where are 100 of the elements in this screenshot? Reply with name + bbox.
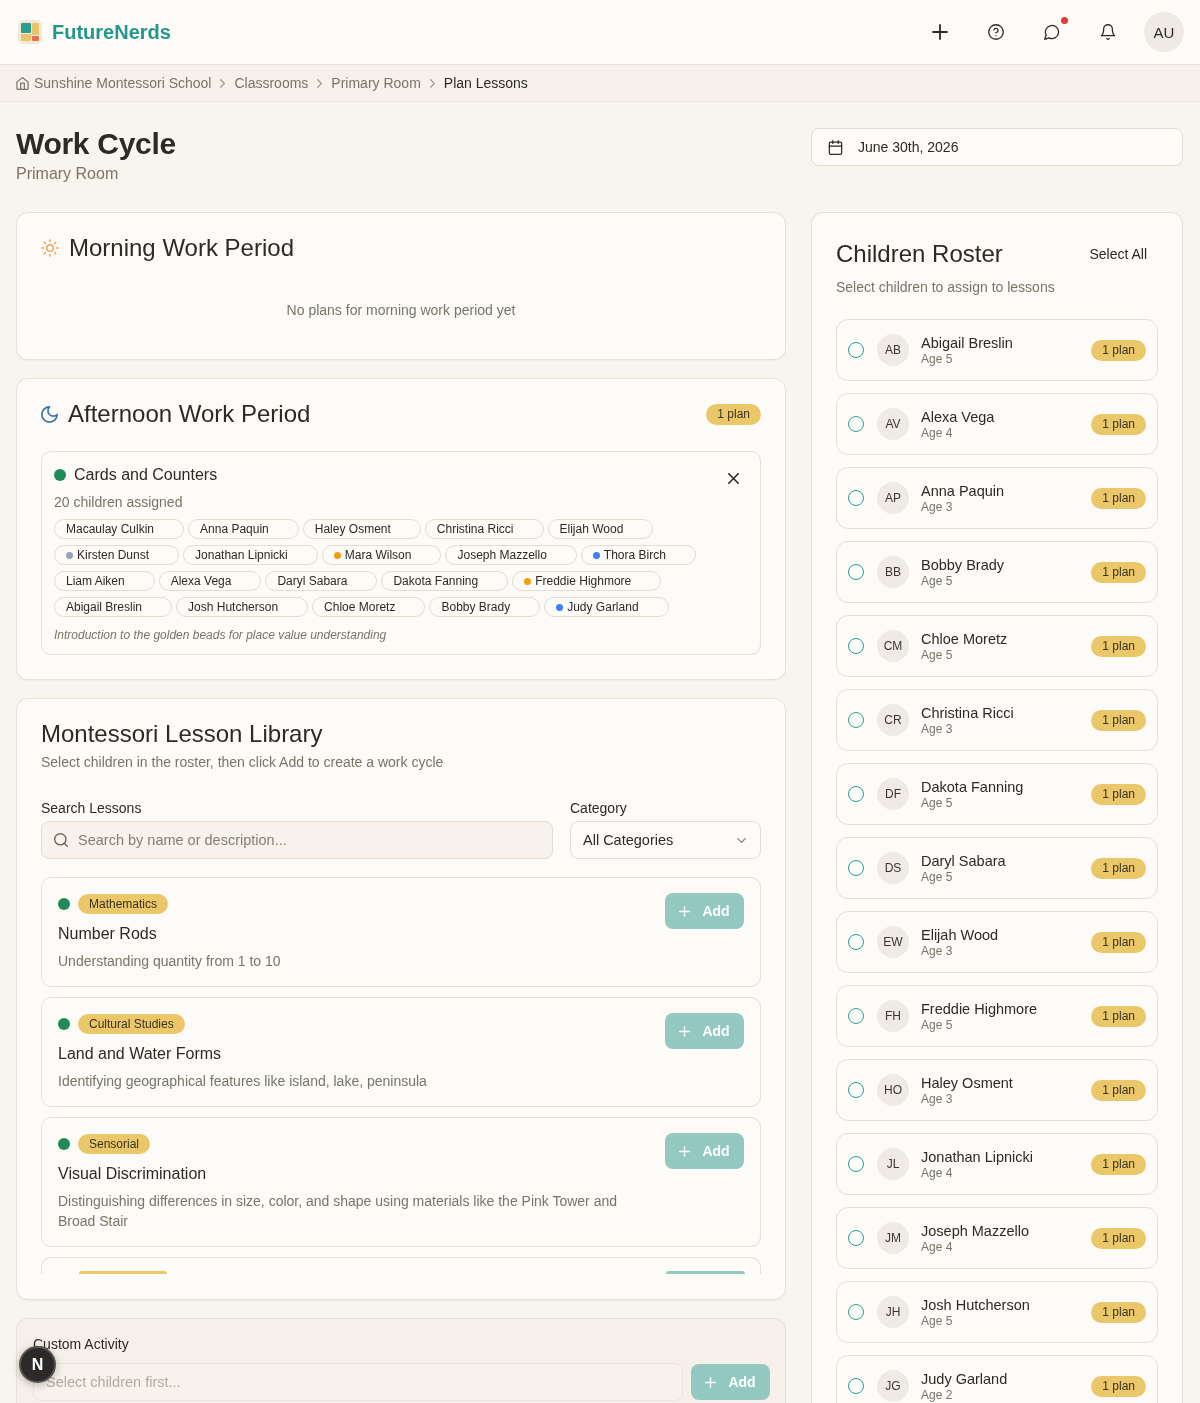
chevron-right-icon [220,78,226,88]
chevron-right-icon [317,78,323,88]
student-age: Age 4 [921,425,954,440]
plan-count-badge: 1 plan [1091,709,1146,731]
lesson-description: Understanding quantity from 1 to 10 [58,952,282,971]
plan-count-badge: 1 plan [1091,1005,1146,1027]
student-age: Age 4 [921,1239,954,1254]
student-row[interactable]: AV Alexa Vega Age 4 1 plan [836,393,1158,455]
student-row[interactable]: BB Bobby Brady Age 5 1 plan [836,541,1158,603]
student-name: Chloe Moretz [921,630,1009,648]
initials-avatar: BB [877,556,909,588]
plan-count-badge: 1 plan [1091,561,1146,583]
initials-avatar: HO [877,1074,909,1106]
initials-avatar: AB [877,334,909,366]
student-row[interactable]: JL Jonathan Lipnicki Age 4 1 plan [836,1133,1158,1195]
page-title: Work Cycle [16,126,177,162]
plus-icon [679,1025,691,1037]
student-age: Age 5 [921,647,954,662]
student-chip: Macaulay Culkin [54,519,185,539]
student-age: Age 3 [921,1091,954,1106]
student-age: Age 4 [921,1165,954,1180]
lesson-title: Land and Water Forms [58,1044,223,1064]
student-chip: Elijah Wood [547,519,654,539]
empty-state-text: No plans for morning work period yet [285,301,517,320]
user-avatar[interactable]: AU [1144,12,1184,52]
student-row[interactable]: CR Christina Ricci Age 3 1 plan [836,689,1158,751]
student-age: Age 2 [921,1387,954,1402]
field-label: Category [570,799,628,818]
category-select[interactable]: All Categories [570,821,761,859]
date-picker[interactable]: June 30th, 2026 [811,128,1183,166]
initials-avatar: CM [877,630,909,662]
student-chip: Anna Paquin [188,519,299,539]
plan-count-badge: 1 plan [1091,635,1146,657]
student-chip: Judy Garland [544,597,669,617]
search-field[interactable]: Search by name or description... [41,821,553,859]
student-row[interactable]: AB Abigail Breslin Age 5 1 plan [836,319,1158,381]
plus-icon[interactable] [932,24,948,40]
plan-count-badge: 1 plan [1091,413,1146,435]
breadcrumb-link[interactable]: Classrooms [234,75,309,91]
category-badge: Sensorial [78,1134,151,1154]
student-row[interactable]: HO Haley Osment Age 3 1 plan [836,1059,1158,1121]
student-name: Bobby Brady [921,556,1006,574]
student-age: Age 5 [921,573,954,588]
student-row[interactable]: JH Josh Hutcherson Age 5 1 plan [836,1281,1158,1343]
student-chip: Mara Wilson [321,545,442,565]
help-icon[interactable] [988,24,1004,40]
breadcrumb-current[interactable]: Plan Lessons [443,75,528,91]
student-row[interactable]: DF Dakota Fanning Age 5 1 plan [836,763,1158,825]
student-chip: Daryl Sabara [265,571,378,591]
student-chip: Christina Ricci [424,519,544,539]
plus-icon [679,1145,691,1157]
sun-icon [41,239,59,257]
student-row[interactable]: JM Joseph Mazzello Age 4 1 plan [836,1207,1158,1269]
initials-avatar: JM [877,1222,909,1254]
library-subtitle: Select children in the roster, then click Add to create a work cycle [41,753,445,772]
chevron-right-icon [429,78,435,88]
home-icon [16,76,29,90]
plan-count-badge: 1 plan [1091,783,1146,805]
student-row[interactable]: JG Judy Garland Age 2 1 plan [836,1355,1158,1403]
student-age: Age 5 [921,351,954,366]
breadcrumb-link[interactable]: Primary Room [331,75,421,91]
student-row[interactable]: CM Chloe Moretz Age 5 1 plan [836,615,1158,677]
bell-icon[interactable] [1100,24,1116,40]
chat-bubble-icon[interactable] [1044,24,1060,40]
student-chip: Abigail Breslin [54,597,173,617]
status-dot-icon [54,469,66,481]
lesson-description: Distinguishing differences in size, color, and shape using materials like the Pink Tower and Broad Stair [58,1192,618,1231]
close-icon[interactable] [728,473,739,484]
library-title: Montessori Lesson Library [41,719,324,749]
student-age: Age 3 [921,943,954,958]
initials-avatar: CR [877,704,909,736]
student-age: Age 3 [921,499,954,514]
plan-count-badge: 1 plan [1091,857,1146,879]
student-name: Anna Paquin [921,482,1006,500]
student-age: Age 5 [921,795,954,810]
category-badge: Mathematics [78,894,169,914]
period-title: Afternoon Work Period [68,399,311,429]
chevron-down-icon [737,837,746,843]
lesson-description: Identifying geographical features like island, lake, peninsula [58,1072,428,1091]
breadcrumb-link[interactable]: Sunshine Montessori School [16,75,212,91]
plan-count-badge: 1 plan [1091,1079,1146,1101]
logo-icon[interactable] [18,20,42,44]
student-row[interactable]: DS Daryl Sabara Age 5 1 plan [836,837,1158,899]
initials-avatar: AP [877,482,909,514]
plan-count-badge: 1 plan [1091,339,1146,361]
initials-avatar: JG [877,1370,909,1402]
student-row[interactable]: EW Elijah Wood Age 3 1 plan [836,911,1158,973]
field-label: Search Lessons [41,799,143,818]
plan-count-badge: 1 plan [1091,931,1146,953]
student-age: Age 3 [921,721,954,736]
plan-count-badge: 1 plan [1091,1227,1146,1249]
student-row[interactable]: FH Freddie Highmore Age 5 1 plan [836,985,1158,1047]
select-all-button[interactable]: Select All [1078,240,1158,268]
student-chip: Bobby Brady [429,597,541,617]
student-row[interactable]: AP Anna Paquin Age 3 1 plan [836,467,1158,529]
lesson-title: Number Rods [58,924,158,944]
lesson-title: Visual Discrimination [58,1164,208,1184]
status-dot-icon [58,898,70,910]
student-chip: Joseph Mazzello [445,545,577,565]
category-badge: Cultural Studies [78,1014,185,1034]
